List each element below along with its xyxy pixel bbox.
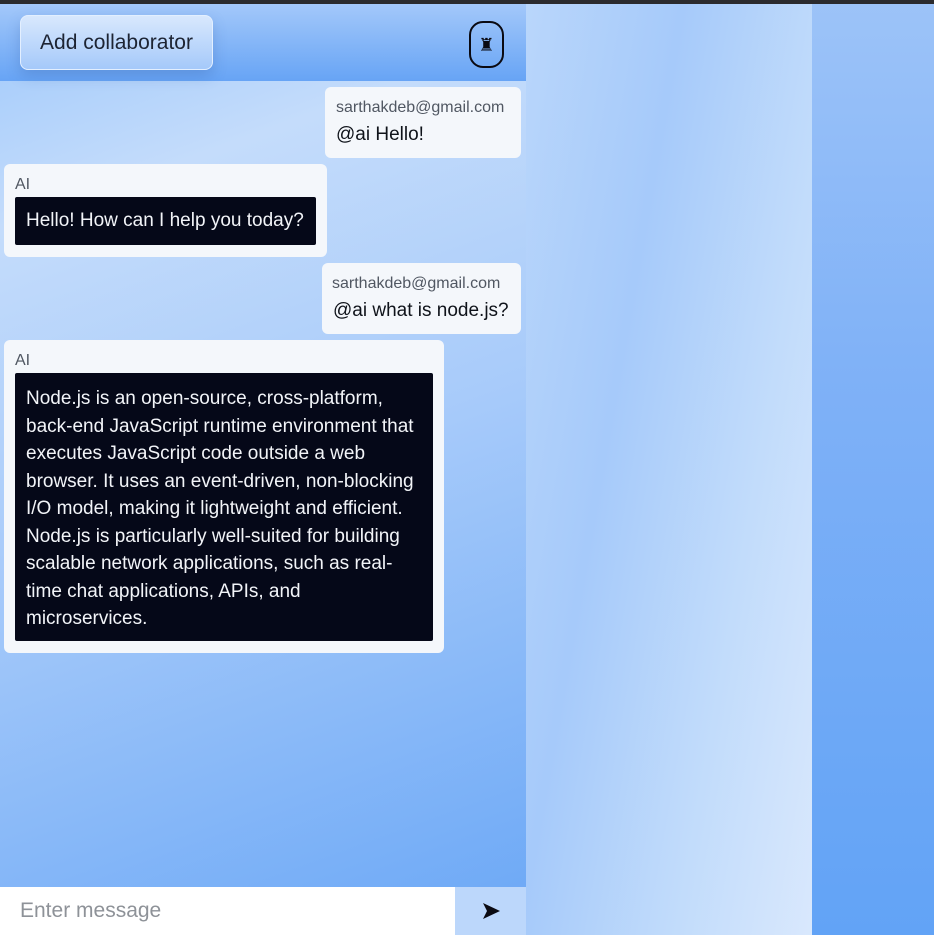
chat-panel: Add collaborator ♜ sarthakdeb@gmail.com … — [0, 4, 526, 935]
send-icon — [482, 903, 500, 919]
message-ai: AI Hello! How can I help you today? — [4, 164, 327, 257]
send-button[interactable] — [455, 887, 526, 935]
chat-header: Add collaborator ♜ — [0, 4, 526, 81]
message-sender: sarthakdeb@gmail.com — [332, 275, 501, 292]
message-user: sarthakdeb@gmail.com @ai what is node.js… — [322, 263, 521, 334]
message-sender: AI — [15, 176, 31, 193]
message-text: @ai Hello! — [336, 124, 424, 145]
add-collaborator-button[interactable]: Add collaborator — [20, 15, 213, 70]
collaborators-button[interactable]: ♜ — [469, 21, 504, 68]
content-panel — [526, 4, 812, 935]
message-sender: AI — [15, 352, 31, 369]
ai-response: Hello! How can I help you today? — [15, 197, 316, 245]
rook-icon: ♜ — [478, 34, 495, 55]
message-text: @ai what is node.js? — [333, 300, 509, 321]
message-user: sarthakdeb@gmail.com @ai Hello! — [325, 87, 521, 158]
message-sender: sarthakdeb@gmail.com — [336, 99, 505, 116]
side-panel — [812, 4, 934, 935]
message-composer — [0, 887, 526, 935]
message-input[interactable] — [0, 887, 455, 935]
message-ai: AI Node.js is an open-source, cross-plat… — [4, 340, 444, 653]
ai-response: Node.js is an open-source, cross-platfor… — [15, 373, 433, 641]
